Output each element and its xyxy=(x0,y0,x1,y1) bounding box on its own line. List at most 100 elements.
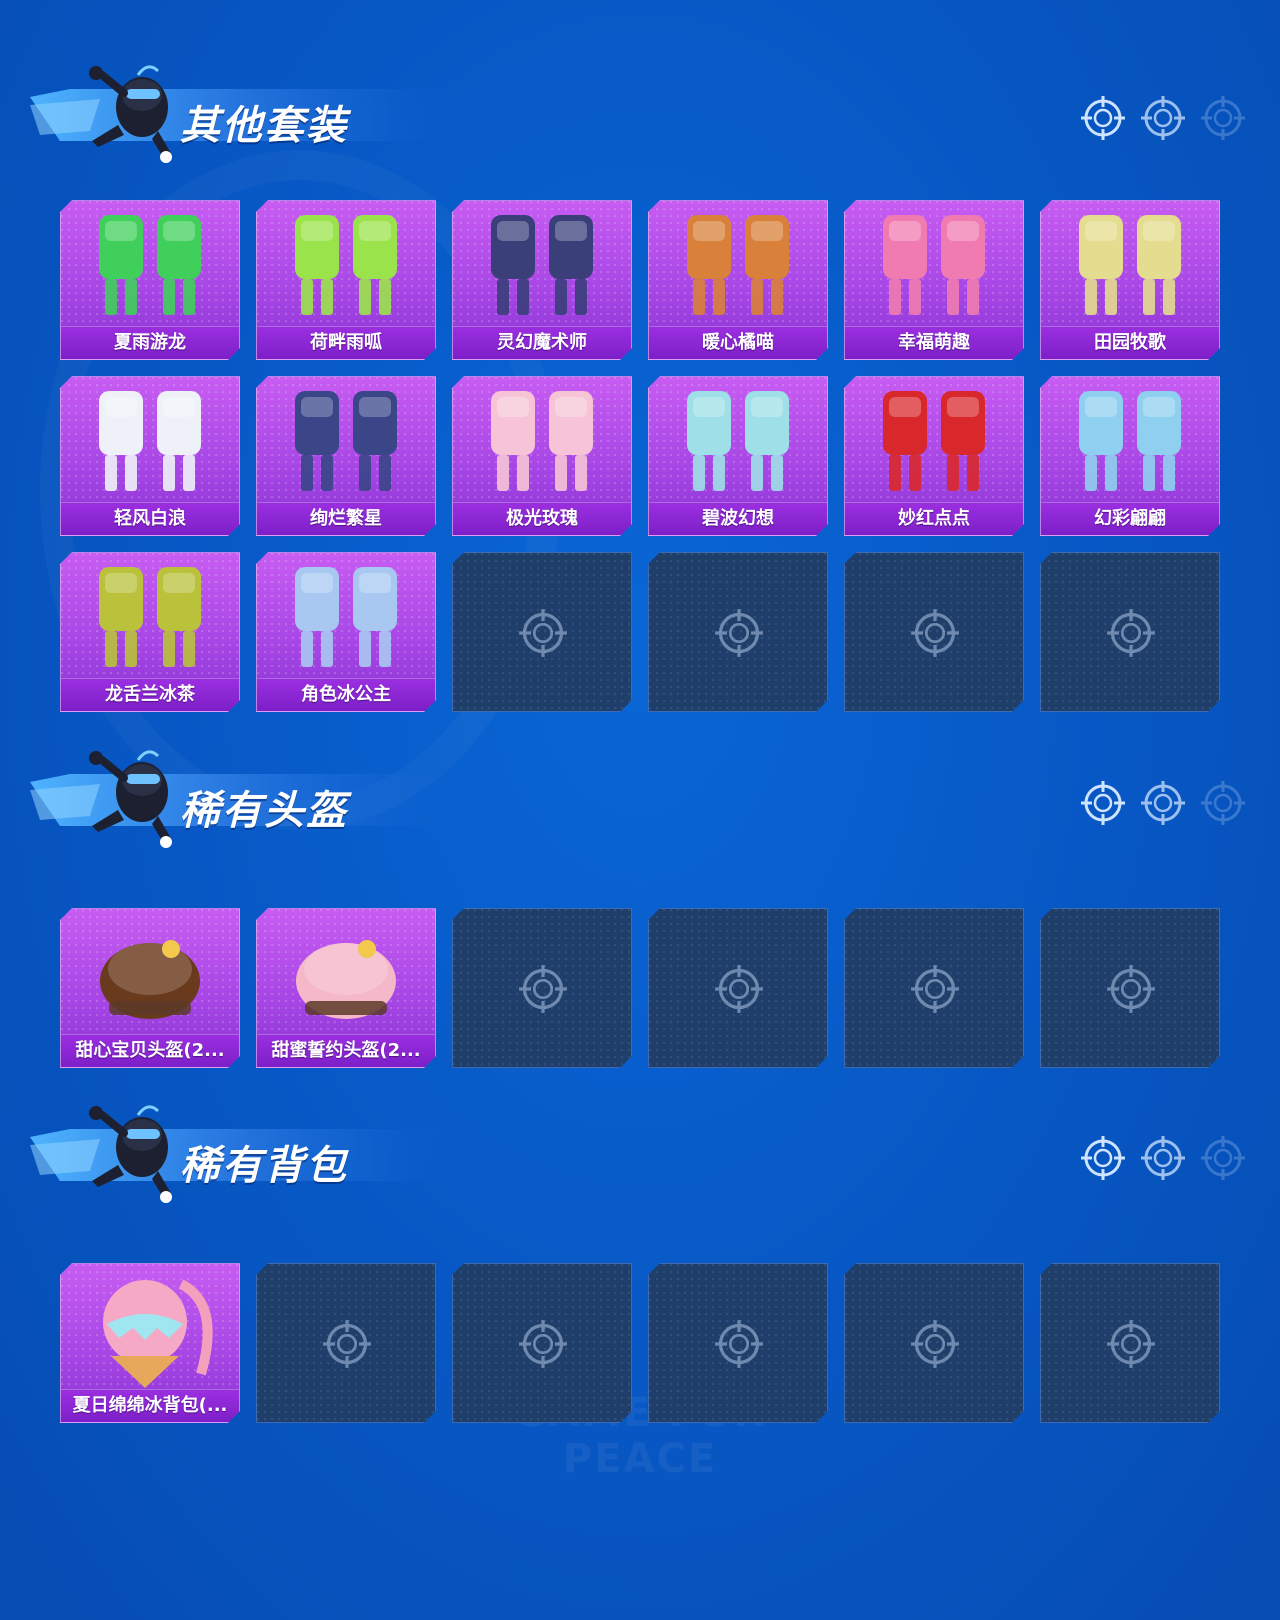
item-card[interactable]: 荷畔雨呱 xyxy=(256,200,436,360)
item-name: 绚烂繁星 xyxy=(310,508,382,529)
ice-princess-outfit-icon xyxy=(257,553,435,677)
item-name: 暖心橘喵 xyxy=(702,332,774,353)
aurora-rose-outfit-icon xyxy=(453,377,631,501)
empty-slot xyxy=(844,908,1024,1068)
item-name: 田园牧歌 xyxy=(1094,332,1166,353)
ice-cream-backpack-icon xyxy=(61,1264,239,1388)
item-name: 甜蜜誓约头盔(2... xyxy=(271,1040,421,1061)
item-name: 轻风白浪 xyxy=(114,508,186,529)
target-decoration-icon xyxy=(1080,95,1126,141)
empty-slot-crosshair-icon xyxy=(714,608,764,658)
section-header: 其他套装 xyxy=(30,55,450,165)
empty-slot xyxy=(648,908,828,1068)
empty-slot xyxy=(1040,552,1220,712)
pink-cute-outfit-icon xyxy=(845,201,1023,325)
section-header: 稀有头盔 xyxy=(30,740,450,850)
empty-slot xyxy=(452,908,632,1068)
empty-slot-crosshair-icon xyxy=(518,608,568,658)
crosshair-icon xyxy=(1141,781,1185,825)
starry-outfit-icon xyxy=(257,377,435,501)
empty-slot-crosshair-icon xyxy=(910,608,960,658)
crosshair-icon xyxy=(1106,1319,1156,1369)
empty-slot-crosshair-icon xyxy=(1106,1319,1156,1369)
empty-slot-crosshair-icon xyxy=(910,1319,960,1369)
crosshair-icon xyxy=(1081,781,1125,825)
empty-slot-crosshair-icon xyxy=(1106,964,1156,1014)
item-card[interactable]: 龙舌兰冰茶 xyxy=(60,552,240,712)
empty-slot xyxy=(648,552,828,712)
item-card[interactable]: 灵幻魔术师 xyxy=(452,200,632,360)
empty-slot-crosshair-icon xyxy=(714,1319,764,1369)
crosshair-icon xyxy=(1106,964,1156,1014)
item-card[interactable]: 轻风白浪 xyxy=(60,376,240,536)
section-title: 稀有背包 xyxy=(180,1143,348,1189)
item-name: 夏雨游龙 xyxy=(114,332,186,353)
item-card[interactable]: 暖心橘喵 xyxy=(648,200,828,360)
empty-slot xyxy=(844,1263,1024,1423)
white-wave-outfit-icon xyxy=(61,377,239,501)
crosshair-icon xyxy=(322,1319,372,1369)
section-decoration-targets xyxy=(1080,95,1260,141)
tequila-tea-outfit-icon xyxy=(61,553,239,677)
red-dots-outfit-icon xyxy=(845,377,1023,501)
empty-slot xyxy=(648,1263,828,1423)
item-card[interactable]: 妙红点点 xyxy=(844,376,1024,536)
empty-slot xyxy=(452,1263,632,1423)
item-card[interactable]: 极光玫瑰 xyxy=(452,376,632,536)
item-card[interactable]: 碧波幻想 xyxy=(648,376,828,536)
colorful-outfit-icon xyxy=(1041,377,1219,501)
crosshair-icon xyxy=(1106,608,1156,658)
item-name: 碧波幻想 xyxy=(702,508,774,529)
item-name: 龙舌兰冰茶 xyxy=(105,684,195,705)
green-dragon-outfit-icon xyxy=(61,201,239,325)
target-decoration-icon xyxy=(1080,780,1126,826)
target-decoration-icon xyxy=(1200,1135,1246,1181)
target-decoration-icon xyxy=(1200,95,1246,141)
empty-slot xyxy=(1040,1263,1220,1423)
magician-outfit-icon xyxy=(453,201,631,325)
target-decoration-icon xyxy=(1080,1135,1126,1181)
item-card[interactable]: 甜心宝贝头盔(2... xyxy=(60,908,240,1068)
item-card[interactable]: 幻彩翩翩 xyxy=(1040,376,1220,536)
item-name: 甜心宝贝头盔(2... xyxy=(75,1040,225,1061)
crosshair-icon xyxy=(714,1319,764,1369)
item-name: 灵幻魔术师 xyxy=(497,332,587,353)
crosshair-icon xyxy=(518,964,568,1014)
crosshair-icon xyxy=(910,608,960,658)
item-card[interactable]: 夏日绵绵冰背包(... xyxy=(60,1263,240,1423)
blue-wave-outfit-icon xyxy=(649,377,827,501)
section-header: 稀有背包 xyxy=(30,1095,450,1205)
empty-slot-crosshair-icon xyxy=(714,964,764,1014)
item-name: 夏日绵绵冰背包(... xyxy=(72,1395,228,1416)
crosshair-icon xyxy=(518,1319,568,1369)
item-card[interactable]: 甜蜜誓约头盔(2... xyxy=(256,908,436,1068)
item-name: 幻彩翩翩 xyxy=(1094,508,1166,529)
crosshair-icon xyxy=(910,964,960,1014)
crosshair-icon xyxy=(714,964,764,1014)
section-decoration-targets xyxy=(1080,1135,1260,1181)
crosshair-icon xyxy=(1201,781,1245,825)
empty-slot xyxy=(256,1263,436,1423)
crosshair-icon xyxy=(1081,1136,1125,1180)
orange-cat-outfit-icon xyxy=(649,201,827,325)
item-card[interactable]: 幸福萌趣 xyxy=(844,200,1024,360)
empty-slot-crosshair-icon xyxy=(322,1319,372,1369)
frog-raincoat-outfit-icon xyxy=(257,201,435,325)
crosshair-icon xyxy=(1141,96,1185,140)
chocolate-helmet-icon xyxy=(61,909,239,1033)
item-card[interactable]: 夏雨游龙 xyxy=(60,200,240,360)
item-name: 妙红点点 xyxy=(898,508,970,529)
empty-slot xyxy=(1040,908,1220,1068)
crosshair-icon xyxy=(1201,1136,1245,1180)
section-title: 稀有头盔 xyxy=(180,788,348,834)
item-card[interactable]: 田园牧歌 xyxy=(1040,200,1220,360)
crosshair-icon xyxy=(518,608,568,658)
empty-slot xyxy=(844,552,1024,712)
section-title: 其他套装 xyxy=(180,103,348,149)
pastoral-outfit-icon xyxy=(1041,201,1219,325)
item-name: 荷畔雨呱 xyxy=(310,332,382,353)
section-decoration-targets xyxy=(1080,780,1260,826)
item-card[interactable]: 角色冰公主 xyxy=(256,552,436,712)
item-card[interactable]: 绚烂繁星 xyxy=(256,376,436,536)
crosshair-icon xyxy=(1141,1136,1185,1180)
